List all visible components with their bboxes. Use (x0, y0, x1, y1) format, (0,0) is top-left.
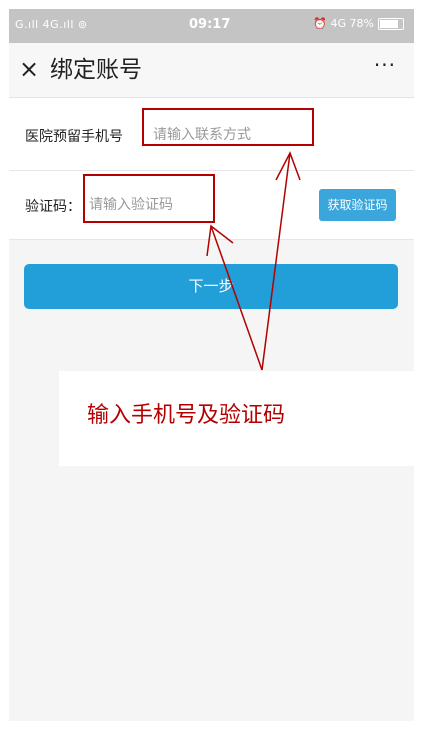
annotation-arrows (206, 151, 301, 371)
annotation-callout: 输入手机号及验证码 (59, 371, 424, 466)
arrow-to-phone (261, 152, 291, 371)
arrow-to-code (210, 225, 263, 371)
annotation-text: 输入手机号及验证码 (87, 403, 286, 428)
